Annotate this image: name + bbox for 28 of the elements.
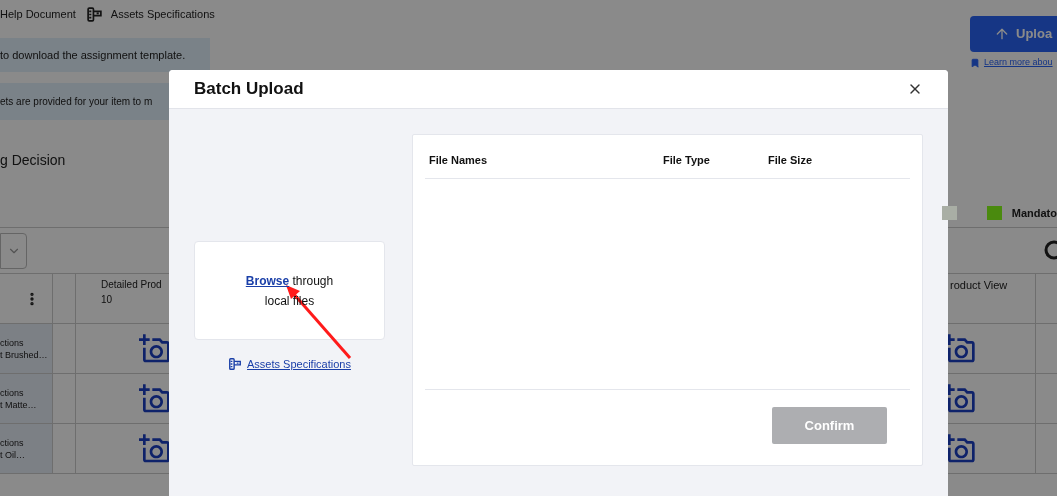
- column-header: roduct View: [950, 278, 1008, 293]
- ruler-tag-icon: [228, 357, 243, 372]
- column-header: Detailed Prod: [101, 278, 162, 292]
- row-title: ctions: [0, 436, 25, 449]
- file-column-header: File Type: [663, 153, 711, 169]
- ruler-tag-icon: [85, 5, 103, 23]
- camera-plus-icon[interactable]: [139, 332, 171, 365]
- info-banner: to download the assignment template.: [0, 38, 210, 72]
- specs-link[interactable]: Assets Specifications: [247, 356, 351, 373]
- row-title: ctions: [0, 386, 25, 399]
- column-count: 10: [101, 293, 113, 307]
- upload-button[interactable]: Uploa: [970, 16, 1057, 52]
- row-title: ctions: [0, 336, 25, 349]
- section-title: g Decision: [0, 151, 67, 170]
- browse-link[interactable]: Browse: [245, 273, 290, 288]
- row-subtitle: t Matte…: [0, 398, 38, 411]
- top-link[interactable]: Assets Specifications: [110, 5, 215, 23]
- arrow-up-icon: [994, 26, 1010, 42]
- bookmark-icon: [970, 57, 980, 68]
- row-subtitle: t Oil…: [0, 448, 26, 461]
- learn-more-link[interactable]: Learn more abou: [984, 56, 1053, 70]
- row-subtitle: t Brushed…: [0, 348, 49, 361]
- file-column-header: File Names: [428, 153, 489, 169]
- legend-label: Mandato: [1011, 205, 1057, 221]
- top-link[interactable]: Help Document: [0, 5, 76, 23]
- file-column-header: File Size: [768, 153, 813, 169]
- camera-plus-icon[interactable]: [139, 432, 171, 465]
- camera-plus-icon[interactable]: [139, 382, 171, 415]
